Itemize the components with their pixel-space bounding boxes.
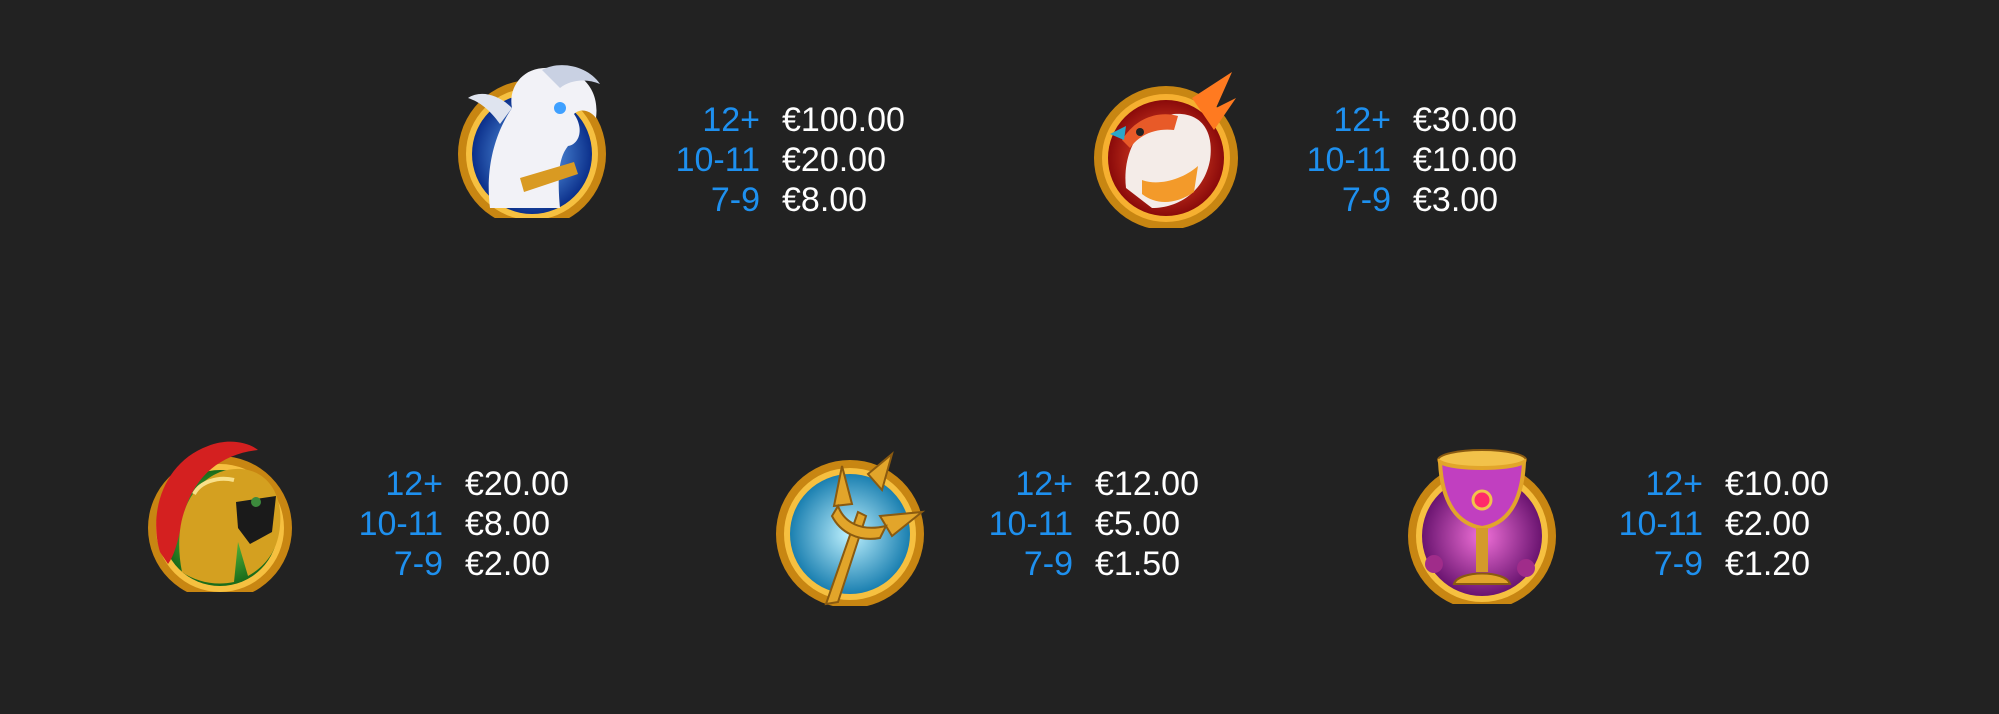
payout-value: €1.20 [1725,545,1811,583]
phoenix-icon [1082,68,1242,228]
payout-value: €30.00 [1413,101,1517,139]
payout-value: €10.00 [1725,465,1829,503]
pay-row: 10-11 €2.00 [1619,504,1829,544]
spartan-helmet-icon [138,432,298,592]
pay-row: 12+ €20.00 [385,464,569,504]
symbol-count: 10-11 [988,505,1073,543]
pegasus-icon [450,58,610,218]
pay-row: 10-11 €5.00 [989,504,1199,544]
pay-row: 7-9 €8.00 [711,180,905,220]
pay-row: 12+ €30.00 [1333,100,1517,140]
pay-row: 7-9 €2.00 [394,544,569,584]
pay-row: 10-11 €8.00 [359,504,569,544]
pay-row: 7-9 €3.00 [1342,180,1517,220]
symbol-count: 7-9 [1653,545,1703,583]
payout-value: €8.00 [465,505,551,543]
symbol-count: 12+ [702,101,760,139]
payout-value: €2.00 [1725,505,1811,543]
payout-value: €3.00 [1413,181,1499,219]
symbol-count: 7-9 [393,545,443,583]
symbol-count: 10-11 [1306,141,1391,179]
pay-row: 12+ €12.00 [1015,464,1199,504]
pay-row: 12+ €10.00 [1645,464,1829,504]
payout-value: €12.00 [1095,465,1199,503]
symbol-count: 12+ [385,465,443,503]
symbol-count: 7-9 [1023,545,1073,583]
pay-row: 7-9 €1.50 [1024,544,1199,584]
symbol-count: 10-11 [358,505,443,543]
payout-value: €10.00 [1413,141,1517,179]
symbol-count: 10-11 [675,141,760,179]
pay-row: 10-11 €10.00 [1307,140,1517,180]
symbol-count: 12+ [1015,465,1073,503]
pay-row: 12+ €100.00 [702,100,905,140]
symbol-count: 10-11 [1618,505,1703,543]
symbol-count: 7-9 [710,181,760,219]
payout-value: €1.50 [1095,545,1181,583]
payout-value: €5.00 [1095,505,1181,543]
symbol-count: 12+ [1333,101,1391,139]
payout-value: €8.00 [782,181,868,219]
payout-value: €2.00 [465,545,551,583]
trident-icon [768,446,928,606]
payout-value: €100.00 [782,101,905,139]
payout-value: €20.00 [782,141,886,179]
pay-row: 10-11 €20.00 [676,140,905,180]
symbol-count: 12+ [1645,465,1703,503]
chalice-icon [1398,444,1558,604]
symbol-count: 7-9 [1341,181,1391,219]
pay-row: 7-9 €1.20 [1654,544,1829,584]
payout-value: €20.00 [465,465,569,503]
